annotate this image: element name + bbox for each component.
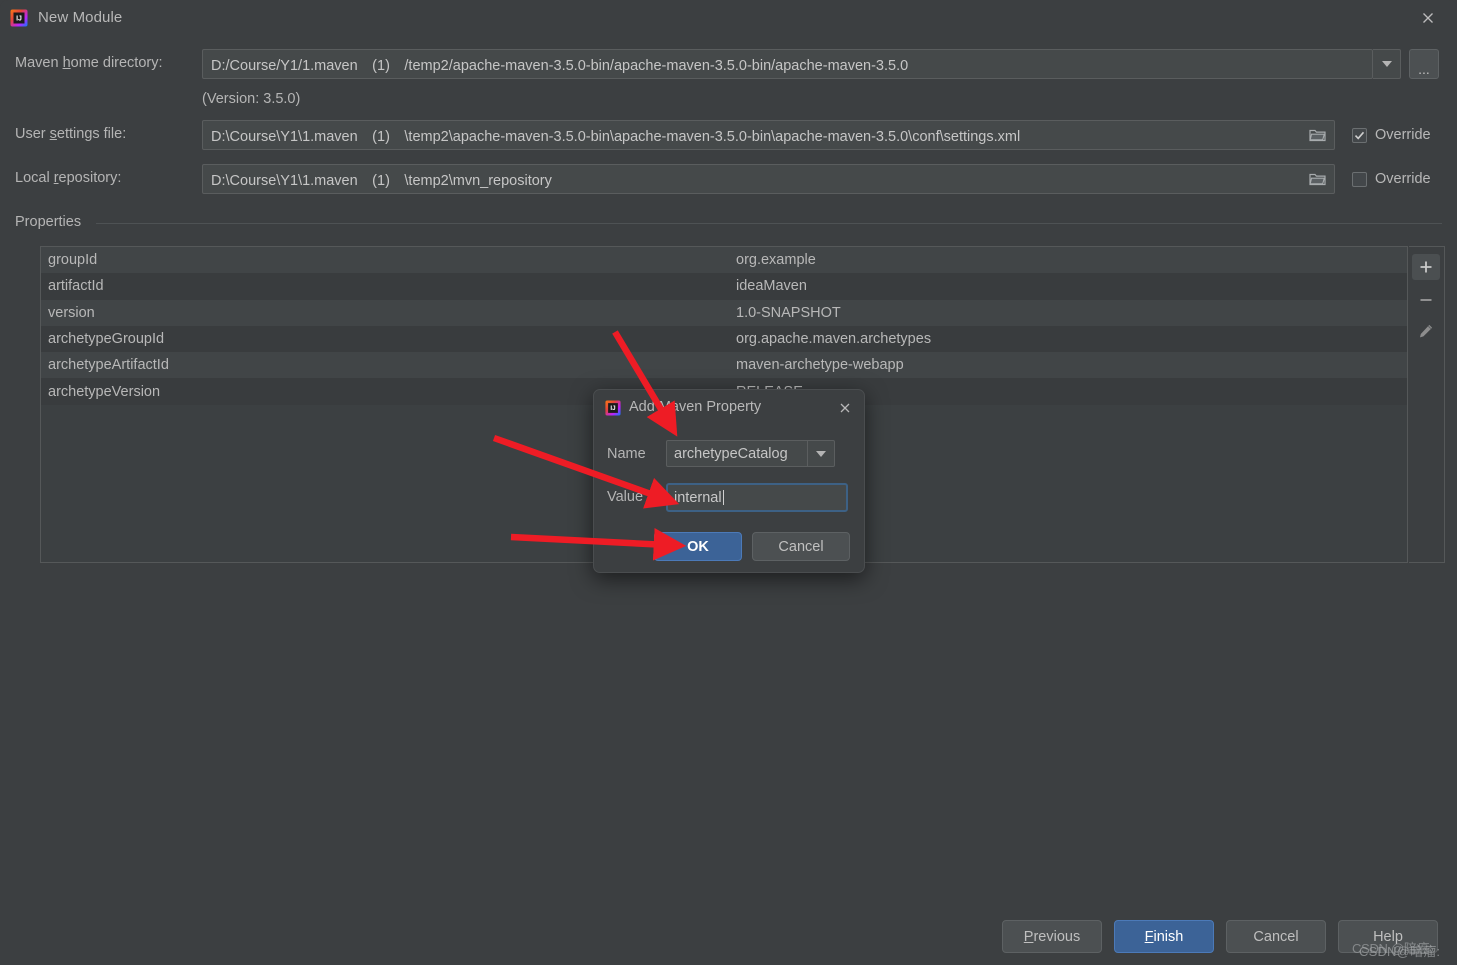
user-settings-input[interactable]: D:\Course\Y1\1.maven (1) \temp2\apache-m… <box>202 120 1335 150</box>
maven-home-label: Maven home directory: <box>15 55 163 71</box>
cancel-button-footer[interactable]: Cancel <box>1226 920 1326 953</box>
user-settings-label: User settings file: <box>15 126 126 142</box>
user-settings-label-mnemonic: s <box>49 126 57 142</box>
maven-home-input[interactable]: D:/Course/Y1/1.maven (1) /temp2/apache-m… <box>202 49 1373 79</box>
window-titlebar: IJ New Module <box>0 0 1457 36</box>
cancel-button[interactable]: Cancel <box>752 532 850 561</box>
close-icon[interactable] <box>1411 5 1445 31</box>
table-row[interactable]: archetypeGroupId org.apache.maven.archet… <box>41 325 1407 353</box>
add-property-button[interactable] <box>1412 254 1440 280</box>
value-text: internal <box>674 489 722 506</box>
local-repository-label: Local repository: <box>15 170 121 186</box>
property-key: version <box>48 304 95 321</box>
previous-button-label: revious <box>1033 928 1081 945</box>
property-key: artifactId <box>48 278 104 295</box>
csdn-watermark-overlay: CSDN@暗瘤: <box>1359 944 1441 959</box>
checkbox-checked-icon <box>1352 127 1367 143</box>
new-module-window: IJ New Module Maven home directory: D:/C… <box>0 0 1457 965</box>
finish-button[interactable]: Finish <box>1114 920 1214 953</box>
local-repository-override-checkbox[interactable]: Override <box>1352 171 1431 187</box>
svg-text:IJ: IJ <box>610 405 616 412</box>
property-value: 1.0-SNAPSHOT <box>736 304 841 321</box>
name-label: Name <box>607 446 646 462</box>
table-row[interactable]: artifactId ideaMaven <box>41 273 1407 300</box>
add-maven-property-dialog: IJ Add Maven Property Name archetypeCata… <box>593 389 865 573</box>
properties-group-separator <box>96 223 1442 224</box>
dialog-title: Add Maven Property <box>629 399 762 415</box>
local-repository-label-pre: Local <box>15 170 54 186</box>
property-key: archetypeArtifactId <box>48 357 169 374</box>
properties-group-title: Properties <box>15 214 90 230</box>
previous-button[interactable]: Previous <box>1002 920 1102 953</box>
finish-button-label: inish <box>1153 928 1184 945</box>
checkbox-unchecked-icon <box>1352 171 1367 187</box>
property-value: maven-archetype-webapp <box>736 357 904 374</box>
property-value: org.apache.maven.archetypes <box>736 331 932 348</box>
local-repository-value: D:\Course\Y1\1.maven (1) \temp2\mvn_repo… <box>211 172 552 189</box>
user-settings-label-post: ettings file: <box>56 126 127 142</box>
maven-home-label-pre: Maven <box>15 55 63 71</box>
maven-home-dropdown-button[interactable] <box>1373 49 1401 79</box>
window-title: New Module <box>38 9 123 26</box>
maven-home-label-post: ome directory: <box>70 55 163 71</box>
table-row[interactable]: archetypeArtifactId maven-archetype-weba… <box>41 352 1407 379</box>
maven-version-note: (Version: 3.5.0) <box>202 91 301 107</box>
property-key: groupId <box>48 252 98 269</box>
local-repository-label-post: epository: <box>58 170 122 186</box>
intellij-idea-icon: IJ <box>10 9 28 27</box>
finish-button-mnemonic: F <box>1144 928 1154 945</box>
remove-property-button[interactable] <box>1412 287 1440 313</box>
table-row[interactable]: groupId org.example <box>41 247 1407 274</box>
local-repository-input[interactable]: D:\Course\Y1\1.maven (1) \temp2\mvn_repo… <box>202 164 1335 194</box>
maven-home-browse-button[interactable]: ... <box>1409 49 1439 79</box>
local-repository-override-label: Override <box>1375 171 1431 187</box>
name-combobox-input[interactable]: archetypeCatalog <box>666 440 808 467</box>
name-value: archetypeCatalog <box>674 445 788 462</box>
property-key: archetypeGroupId <box>48 331 165 348</box>
chevron-down-icon <box>1381 61 1392 67</box>
user-settings-override-checkbox[interactable]: Override <box>1352 127 1431 143</box>
intellij-idea-icon: IJ <box>605 400 621 416</box>
close-icon[interactable] <box>834 397 856 419</box>
user-settings-folder-icon[interactable] <box>1303 120 1331 150</box>
maven-home-label-mnemonic: h <box>62 55 71 71</box>
user-settings-override-label: Override <box>1375 127 1431 143</box>
user-settings-value: D:\Course\Y1\1.maven (1) \temp2\apache-m… <box>211 128 1021 145</box>
user-settings-label-pre: User <box>15 126 50 142</box>
svg-text:IJ: IJ <box>16 16 22 23</box>
properties-toolbar <box>1409 246 1445 563</box>
maven-home-value: D:/Course/Y1/1.maven (1) /temp2/apache-m… <box>211 57 909 74</box>
local-repository-folder-icon[interactable] <box>1303 164 1331 194</box>
table-row[interactable]: version 1.0-SNAPSHOT <box>41 299 1407 326</box>
ok-button[interactable]: OK <box>654 532 742 561</box>
text-caret <box>722 490 724 505</box>
value-input[interactable]: internal <box>666 483 848 512</box>
previous-button-mnemonic: P <box>1023 928 1034 945</box>
value-label: Value <box>607 489 644 505</box>
property-value: ideaMaven <box>736 278 807 295</box>
edit-property-button[interactable] <box>1412 318 1440 344</box>
property-value: org.example <box>736 252 816 269</box>
chevron-down-icon <box>816 450 826 457</box>
name-dropdown-button[interactable] <box>808 440 835 467</box>
